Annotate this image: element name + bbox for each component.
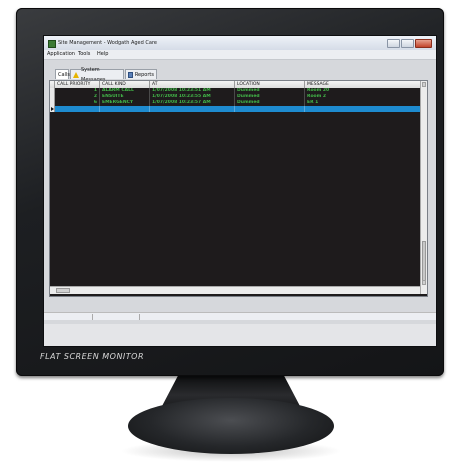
column-header-call-kind[interactable]: CALL KIND bbox=[100, 81, 150, 88]
horizontal-scrollbar[interactable] bbox=[50, 286, 420, 294]
vertical-scrollbar[interactable] bbox=[420, 81, 427, 294]
monitor-stand-base bbox=[128, 398, 334, 454]
window-controls bbox=[387, 39, 432, 48]
status-separator bbox=[92, 314, 93, 320]
window-title: Site Management - Wodgath Aged Care bbox=[58, 40, 157, 46]
warning-icon bbox=[73, 71, 79, 78]
column-header-location[interactable]: LOCATION bbox=[235, 81, 305, 88]
desktop-area bbox=[44, 324, 436, 346]
tab-strip: Calls System Messages Reports bbox=[44, 60, 436, 83]
column-header-message[interactable]: MESSAGE bbox=[305, 81, 420, 88]
cell-at bbox=[150, 106, 235, 112]
vertical-scroll-thumb[interactable] bbox=[422, 241, 426, 281]
cell-priority bbox=[55, 106, 100, 112]
tab-reports-label: Reports bbox=[134, 71, 154, 78]
grid-header: CALL PRIORITY CALL KIND AT LOCATION MESS… bbox=[50, 81, 420, 88]
tab-reports[interactable]: Reports bbox=[125, 69, 157, 79]
cell-message bbox=[305, 106, 420, 112]
report-icon bbox=[128, 71, 133, 78]
column-header-call-priority[interactable]: CALL PRIORITY bbox=[55, 81, 100, 88]
window-titlebar[interactable]: Site Management - Wodgath Aged Care bbox=[44, 36, 436, 50]
current-row-arrow-icon bbox=[51, 107, 54, 111]
table-row-selected[interactable] bbox=[50, 106, 420, 112]
column-header-at[interactable]: AT bbox=[150, 81, 235, 88]
menu-tools[interactable]: Tools bbox=[78, 50, 90, 59]
menu-application[interactable]: Application bbox=[47, 50, 75, 59]
minimize-button[interactable] bbox=[387, 39, 400, 48]
scroll-up-button[interactable] bbox=[422, 82, 426, 87]
screen: Site Management - Wodgath Aged Care Appl… bbox=[43, 35, 437, 347]
status-bar bbox=[44, 312, 436, 320]
scroll-down-button[interactable] bbox=[422, 280, 426, 285]
menu-help[interactable]: Help bbox=[97, 50, 108, 59]
monitor-label: FLAT SCREEN MONITOR bbox=[40, 352, 145, 361]
tab-calls[interactable]: Calls bbox=[55, 69, 70, 79]
maximize-button[interactable] bbox=[401, 39, 414, 48]
tab-system-messages[interactable]: System Messages bbox=[70, 67, 124, 83]
cell-location bbox=[235, 106, 305, 112]
tab-calls-label: Calls bbox=[58, 71, 70, 78]
horizontal-scroll-thumb[interactable] bbox=[56, 288, 70, 293]
menubar: Application Tools Help bbox=[44, 50, 436, 60]
close-button[interactable] bbox=[415, 39, 432, 48]
app-icon bbox=[48, 40, 56, 48]
status-separator bbox=[139, 314, 140, 320]
cell-kind bbox=[100, 106, 150, 112]
calls-grid[interactable]: CALL PRIORITY CALL KIND AT LOCATION MESS… bbox=[49, 80, 428, 297]
